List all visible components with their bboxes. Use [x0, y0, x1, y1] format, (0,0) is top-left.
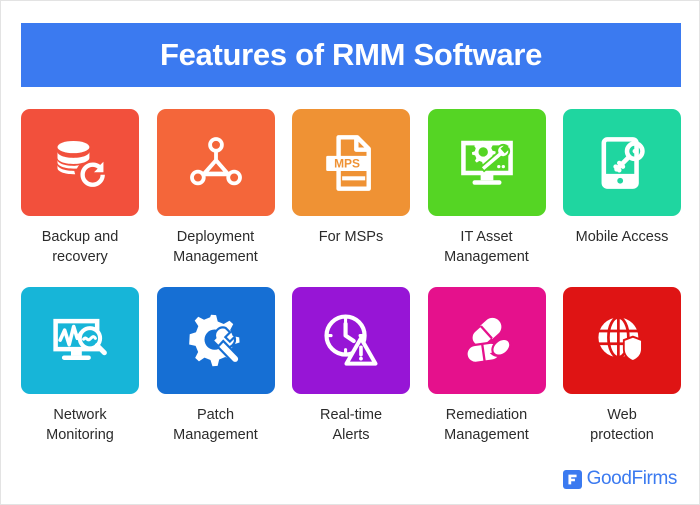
infographic-canvas: Features of RMM Software Backup and reco… — [0, 0, 700, 505]
features-grid: Backup and recovery Deployment Managemen… — [21, 109, 681, 445]
feature-label: Remediation Management — [444, 407, 529, 443]
feature-card-it-asset-management[interactable]: IT Asset Management — [427, 109, 546, 267]
goodfirms-wordmark: GoodFirms — [586, 468, 678, 489]
feature-tile — [427, 287, 546, 394]
clock-warning-icon — [321, 312, 381, 370]
globe-shield-icon — [593, 312, 651, 370]
monitor-chart-magnifier-icon — [49, 313, 111, 369]
feature-card-remediation-management[interactable]: Remediation Management — [427, 287, 546, 445]
mobile-key-icon — [594, 133, 650, 193]
feature-label: Web protection — [590, 407, 654, 443]
mps-document-icon: MPS — [322, 132, 380, 194]
feature-card-deployment-management[interactable]: Deployment Management — [156, 109, 275, 267]
feature-card-web-protection[interactable]: Web protection — [563, 287, 681, 445]
feature-card-patch-management[interactable]: Patch Management — [156, 287, 275, 445]
feature-label: Deployment Management — [173, 229, 258, 265]
feature-tile — [21, 109, 139, 216]
feature-card-mobile-access[interactable]: Mobile Access — [563, 109, 681, 267]
title-banner: Features of RMM Software — [21, 23, 681, 87]
svg-text:MPS: MPS — [334, 156, 360, 170]
pills-capsule-icon — [457, 315, 517, 367]
feature-tile: MPS — [292, 109, 410, 216]
feature-label: Patch Management — [173, 407, 258, 443]
feature-card-network-monitoring[interactable]: Network Monitoring — [21, 287, 139, 445]
feature-label: For MSPs — [318, 229, 384, 245]
feature-label: Real-time Alerts — [319, 407, 383, 443]
feature-card-backup-and-recovery[interactable]: Backup and recovery — [21, 109, 139, 267]
network-nodes-icon — [187, 134, 245, 192]
feature-label: Backup and recovery — [41, 229, 119, 265]
feature-tile — [156, 109, 275, 216]
goodfirms-branding[interactable]: GoodFirms — [562, 468, 678, 490]
feature-tile — [156, 287, 275, 394]
feature-tile — [292, 287, 410, 394]
feature-label: Network Monitoring — [46, 407, 114, 443]
goodfirms-logo-icon — [562, 469, 582, 489]
database-restore-icon — [50, 133, 110, 193]
monitor-gear-wrench-icon — [456, 134, 518, 192]
feature-card-for-msps[interactable]: MPS For MSPs — [292, 109, 410, 267]
gear-wrench-icon — [187, 312, 245, 370]
features-row-1: Backup and recovery Deployment Managemen… — [21, 109, 681, 267]
feature-label: IT Asset Management — [444, 229, 529, 265]
feature-label: Mobile Access — [575, 229, 669, 245]
feature-tile — [563, 109, 681, 216]
features-row-2: Network Monitoring Patch Management Real… — [21, 287, 681, 445]
feature-tile — [21, 287, 139, 394]
feature-card-real-time-alerts[interactable]: Real-time Alerts — [292, 287, 410, 445]
page-title: Features of RMM Software — [159, 37, 543, 72]
feature-tile — [427, 109, 546, 216]
feature-tile — [563, 287, 681, 394]
